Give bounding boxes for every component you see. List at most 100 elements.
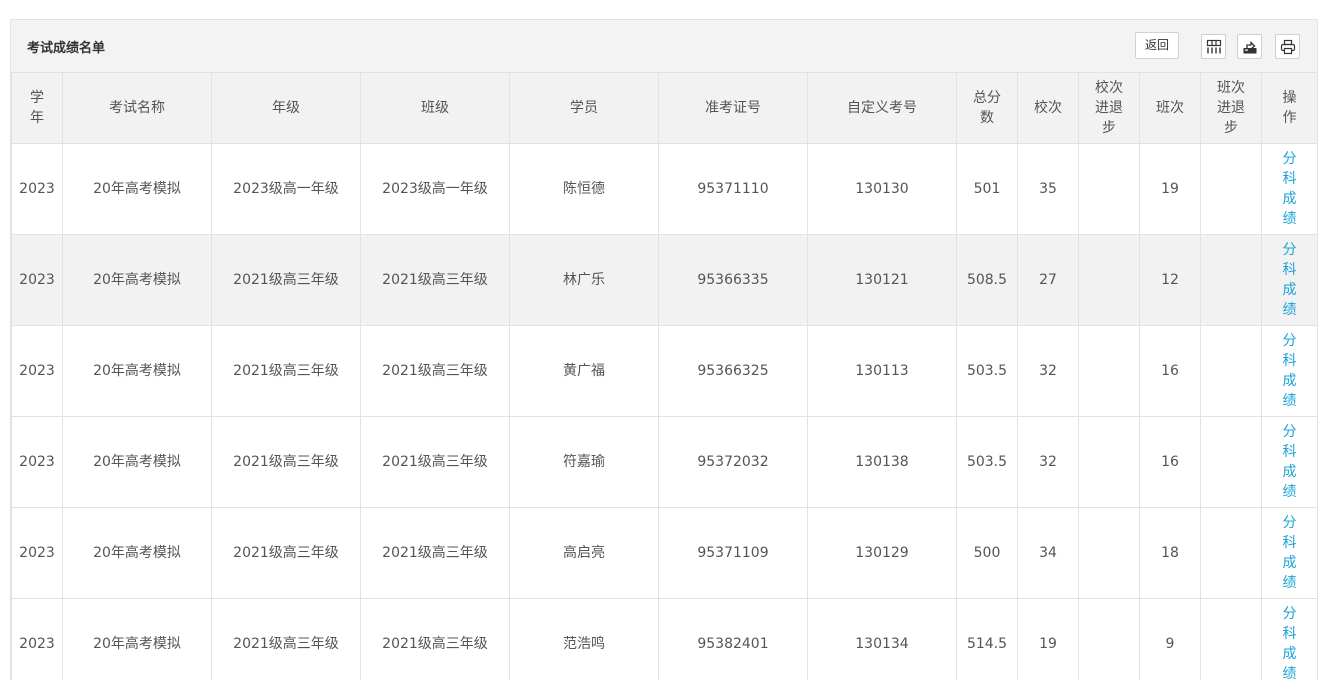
cell-school-rank-change <box>1078 416 1140 508</box>
col-header-student[interactable]: 学员 <box>509 72 659 144</box>
export-icon[interactable] <box>1237 34 1262 59</box>
col-header-class[interactable]: 班级 <box>360 72 510 144</box>
cell-grade: 2021级高三年级 <box>211 416 361 508</box>
cell-custom-no: 130134 <box>807 598 957 680</box>
cell-class-rank-change <box>1200 598 1262 680</box>
back-button[interactable]: 返回 <box>1135 32 1179 59</box>
table-row: 2023 20年高考模拟 2021级高三年级 2021级高三年级 黄广福 953… <box>11 325 1317 417</box>
table-row: 2023 20年高考模拟 2021级高三年级 2021级高三年级 林广乐 953… <box>11 234 1317 326</box>
cell-class-rank-change <box>1200 234 1262 326</box>
cell-ticket-no: 95371109 <box>658 507 808 599</box>
col-header-actions: 操作 <box>1261 72 1317 144</box>
cell-school-rank: 35 <box>1017 143 1079 235</box>
subject-scores-link[interactable]: 分科成绩 <box>1282 604 1298 680</box>
cell-actions: 分科成绩 <box>1261 507 1317 599</box>
col-header-custom-no[interactable]: 自定义考号 <box>807 72 957 144</box>
cell-actions: 分科成绩 <box>1261 234 1317 326</box>
cell-exam-name: 20年高考模拟 <box>62 325 212 417</box>
cell-ticket-no: 95366335 <box>658 234 808 326</box>
cell-school-rank: 27 <box>1017 234 1079 326</box>
cell-ticket-no: 95372032 <box>658 416 808 508</box>
col-header-exam-name[interactable]: 考试名称 <box>62 72 212 144</box>
cell-school-rank: 32 <box>1017 416 1079 508</box>
table-row: 2023 20年高考模拟 2021级高三年级 2021级高三年级 符嘉瑜 953… <box>11 416 1317 508</box>
cell-student: 陈恒德 <box>509 143 659 235</box>
cell-school-rank: 34 <box>1017 507 1079 599</box>
cell-school-rank-change <box>1078 507 1140 599</box>
cell-student: 符嘉瑜 <box>509 416 659 508</box>
cell-exam-name: 20年高考模拟 <box>62 416 212 508</box>
col-header-ticket-no[interactable]: 准考证号 <box>658 72 808 144</box>
cell-grade: 2023级高一年级 <box>211 143 361 235</box>
cell-class: 2021级高三年级 <box>360 325 510 417</box>
cell-year: 2023 <box>11 143 63 235</box>
cell-grade: 2021级高三年级 <box>211 598 361 680</box>
cell-class-rank: 18 <box>1139 507 1201 599</box>
table-row: 2023 20年高考模拟 2023级高一年级 2023级高一年级 陈恒德 953… <box>11 143 1317 235</box>
cell-class-rank-change <box>1200 325 1262 417</box>
cell-total-score: 503.5 <box>956 325 1018 417</box>
col-header-class-rank[interactable]: 班次 <box>1139 72 1201 144</box>
subject-scores-link[interactable]: 分科成绩 <box>1282 240 1298 320</box>
cell-school-rank: 19 <box>1017 598 1079 680</box>
cell-custom-no: 130121 <box>807 234 957 326</box>
table-row: 2023 20年高考模拟 2021级高三年级 2021级高三年级 高启亮 953… <box>11 507 1317 599</box>
subject-scores-link[interactable]: 分科成绩 <box>1282 513 1298 593</box>
col-header-school-rank[interactable]: 校次 <box>1017 72 1079 144</box>
cell-grade: 2021级高三年级 <box>211 325 361 417</box>
cell-class: 2021级高三年级 <box>360 416 510 508</box>
cell-school-rank-change <box>1078 598 1140 680</box>
cell-ticket-no: 95371110 <box>658 143 808 235</box>
cell-class: 2023级高一年级 <box>360 143 510 235</box>
cell-class-rank: 16 <box>1139 325 1201 417</box>
table-header-row: 学年 考试名称 年级 班级 学员 准考证号 自定义考号 总分数 校次 校次进退步… <box>11 72 1317 144</box>
col-header-school-rank-change[interactable]: 校次进退步 <box>1078 72 1140 144</box>
col-header-grade[interactable]: 年级 <box>211 72 361 144</box>
cell-actions: 分科成绩 <box>1261 598 1317 680</box>
subject-scores-link[interactable]: 分科成绩 <box>1282 422 1298 502</box>
cell-total-score: 514.5 <box>956 598 1018 680</box>
cell-custom-no: 130129 <box>807 507 957 599</box>
print-icon[interactable] <box>1275 34 1300 59</box>
cell-school-rank: 32 <box>1017 325 1079 417</box>
cell-custom-no: 130138 <box>807 416 957 508</box>
cell-year: 2023 <box>11 325 63 417</box>
cell-year: 2023 <box>11 234 63 326</box>
cell-class-rank-change <box>1200 507 1262 599</box>
subject-scores-link[interactable]: 分科成绩 <box>1282 331 1298 411</box>
cell-student: 高启亮 <box>509 507 659 599</box>
cell-class: 2021级高三年级 <box>360 507 510 599</box>
cell-school-rank-change <box>1078 143 1140 235</box>
cell-class: 2021级高三年级 <box>360 598 510 680</box>
cell-class-rank: 12 <box>1139 234 1201 326</box>
cell-class-rank: 19 <box>1139 143 1201 235</box>
cell-student: 范浩鸣 <box>509 598 659 680</box>
panel-header: 考试成绩名单 返回 <box>11 20 1317 72</box>
cell-year: 2023 <box>11 598 63 680</box>
cell-actions: 分科成绩 <box>1261 143 1317 235</box>
columns-grid-icon[interactable] <box>1201 34 1226 59</box>
cell-exam-name: 20年高考模拟 <box>62 598 212 680</box>
subject-scores-link[interactable]: 分科成绩 <box>1282 149 1298 229</box>
cell-total-score: 503.5 <box>956 416 1018 508</box>
results-table: 学年 考试名称 年级 班级 学员 准考证号 自定义考号 总分数 校次 校次进退步… <box>11 72 1317 680</box>
cell-year: 2023 <box>11 416 63 508</box>
cell-grade: 2021级高三年级 <box>211 507 361 599</box>
cell-total-score: 500 <box>956 507 1018 599</box>
cell-actions: 分科成绩 <box>1261 325 1317 417</box>
cell-actions: 分科成绩 <box>1261 416 1317 508</box>
col-header-total-score[interactable]: 总分数 <box>956 72 1018 144</box>
cell-class: 2021级高三年级 <box>360 234 510 326</box>
col-header-year[interactable]: 学年 <box>11 72 63 144</box>
cell-exam-name: 20年高考模拟 <box>62 234 212 326</box>
col-header-class-rank-change[interactable]: 班次进退步 <box>1200 72 1262 144</box>
cell-ticket-no: 95382401 <box>658 598 808 680</box>
cell-student: 林广乐 <box>509 234 659 326</box>
cell-school-rank-change <box>1078 234 1140 326</box>
cell-exam-name: 20年高考模拟 <box>62 143 212 235</box>
cell-total-score: 508.5 <box>956 234 1018 326</box>
cell-exam-name: 20年高考模拟 <box>62 507 212 599</box>
table-row: 2023 20年高考模拟 2021级高三年级 2021级高三年级 范浩鸣 953… <box>11 598 1317 680</box>
cell-class-rank-change <box>1200 143 1262 235</box>
cell-custom-no: 130113 <box>807 325 957 417</box>
